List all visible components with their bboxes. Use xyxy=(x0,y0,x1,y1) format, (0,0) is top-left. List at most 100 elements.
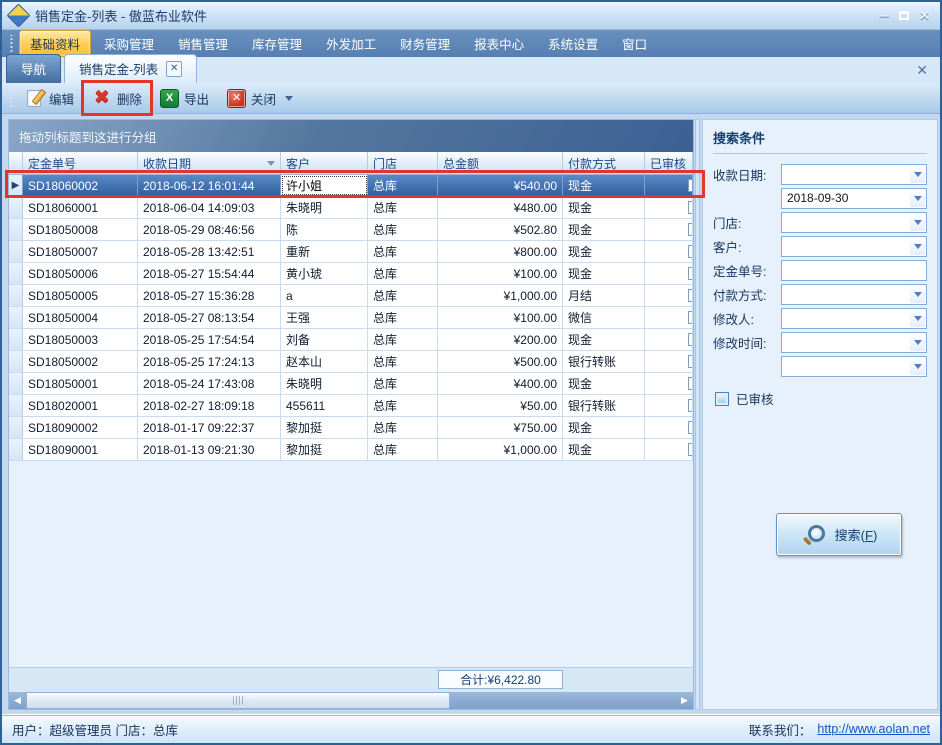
combo-arrow-zone[interactable] xyxy=(910,214,925,231)
menu-item-3[interactable]: 库存管理 xyxy=(241,30,313,57)
menu-item-7[interactable]: 系统设置 xyxy=(537,30,609,57)
menu-item-8[interactable]: 窗口 xyxy=(611,30,658,57)
approved-checkbox[interactable] xyxy=(715,392,729,406)
cell-order: SD18050007 xyxy=(23,241,138,262)
menu-item-5[interactable]: 财务管理 xyxy=(389,30,461,57)
cell-store: 总库 xyxy=(368,417,438,438)
table-row[interactable]: SD180500022018-05-25 17:24:13赵本山总库¥500.0… xyxy=(9,351,693,373)
approved-checkbox-cell-icon[interactable] xyxy=(688,179,693,192)
toolbar-grip-handle[interactable] xyxy=(9,89,14,107)
contact-label: 联系我们： xyxy=(749,720,812,739)
combo-arrow-zone[interactable] xyxy=(910,286,925,303)
search-combo-3[interactable] xyxy=(781,236,927,257)
combo-arrow-zone[interactable] xyxy=(910,166,925,183)
table-row[interactable]: SD180500032018-05-25 17:54:54刘备总库¥200.00… xyxy=(9,329,693,351)
menu-item-4[interactable]: 外发加工 xyxy=(315,30,387,57)
table-row[interactable]: SD180500052018-05-27 15:36:28a总库¥1,000.0… xyxy=(9,285,693,307)
total-amount-box: 合计:¥6,422.80 xyxy=(438,670,563,689)
combo-arrow-zone[interactable] xyxy=(910,310,925,327)
search-combo-6[interactable] xyxy=(781,308,927,329)
table-row[interactable]: SD180600012018-06-04 14:09:03朱晓明总库¥480.0… xyxy=(9,197,693,219)
tab-1[interactable]: 销售定金-列表✕ xyxy=(64,54,197,83)
table-row[interactable]: SD180500042018-05-27 08:13:54王强总库¥100.00… xyxy=(9,307,693,329)
approved-checkbox-cell-icon[interactable] xyxy=(688,245,693,258)
table-row[interactable]: SD180500062018-05-27 15:54:44黄小琥总库¥100.0… xyxy=(9,263,693,285)
combo-arrow-zone[interactable] xyxy=(910,238,925,255)
cell-payment: 现金 xyxy=(563,175,645,196)
table-row[interactable]: SD180500012018-05-24 17:43:08朱晓明总库¥400.0… xyxy=(9,373,693,395)
approved-checkbox-cell-icon[interactable] xyxy=(688,267,693,280)
panel-splitter[interactable] xyxy=(695,119,700,710)
table-row[interactable]: SD180900012018-01-13 09:21:30黎加挺总库¥1,000… xyxy=(9,439,693,461)
tab-0[interactable]: 导航 xyxy=(6,54,61,83)
group-by-panel[interactable]: 拖动列标题到这进行分组 xyxy=(9,120,693,152)
search-button[interactable]: 搜索(F) xyxy=(776,513,902,556)
combo-arrow-zone[interactable] xyxy=(910,190,925,207)
table-row[interactable]: ▶SD180600022018-06-12 16:01:44许小姐总库¥540.… xyxy=(9,175,693,197)
approved-checkbox-cell-icon[interactable] xyxy=(688,443,693,456)
column-header-4[interactable]: 门店 xyxy=(368,152,438,174)
column-header-7[interactable]: 已审核 xyxy=(645,152,693,174)
approved-checkbox-cell-icon[interactable] xyxy=(688,311,693,324)
combo-arrow-zone[interactable] xyxy=(910,358,925,375)
close-tab-bar-icon[interactable]: ✕ xyxy=(908,62,936,79)
search-combo-0[interactable] xyxy=(781,164,927,185)
approved-checkbox-cell-icon[interactable] xyxy=(688,399,693,412)
table-row[interactable]: SD180200012018-02-27 18:09:18455611总库¥50… xyxy=(9,395,693,417)
tab-close-icon[interactable]: ✕ xyxy=(166,61,182,77)
menu-item-2[interactable]: 销售管理 xyxy=(167,30,239,57)
search-text-input-4[interactable] xyxy=(781,260,927,281)
cell-date: 2018-02-27 18:09:18 xyxy=(138,395,281,416)
menu-item-1[interactable]: 采购管理 xyxy=(93,30,165,57)
approved-checkbox-cell-icon[interactable] xyxy=(688,355,693,368)
edit-pencil-icon xyxy=(26,89,44,107)
search-field-label: 修改时间: xyxy=(713,333,781,352)
approved-checkbox-cell-icon[interactable] xyxy=(688,289,693,302)
cell-order: SD18050004 xyxy=(23,307,138,328)
tab-label: 导航 xyxy=(21,63,46,77)
scrollbar-thumb[interactable] xyxy=(26,692,450,709)
horizontal-scrollbar[interactable]: ◀ ▶ xyxy=(9,692,693,709)
edit-button[interactable]: 编辑 xyxy=(17,86,83,111)
column-header-3[interactable]: 客户 xyxy=(281,152,368,174)
search-combo-8[interactable] xyxy=(781,356,927,377)
cell-approved xyxy=(645,439,693,460)
column-header-2[interactable]: 收款日期 xyxy=(138,152,281,174)
search-combo-2[interactable] xyxy=(781,212,927,233)
cell-date: 2018-05-27 08:13:54 xyxy=(138,307,281,328)
scroll-right-icon[interactable]: ▶ xyxy=(676,692,693,709)
minimize-icon[interactable]: ─ xyxy=(880,9,889,23)
dropdown-caret-icon[interactable] xyxy=(285,96,293,101)
approved-checkbox-cell-icon[interactable] xyxy=(688,223,693,236)
search-combo-7[interactable] xyxy=(781,332,927,353)
column-header-1[interactable]: 定金单号 xyxy=(23,152,138,174)
export-button[interactable]: X导出 xyxy=(151,86,218,111)
close-icon[interactable]: ✕ xyxy=(919,9,930,23)
cell-store: 总库 xyxy=(368,175,438,196)
menu-item-0[interactable]: 基础资料 xyxy=(19,30,91,57)
column-header-5[interactable]: 总金额 xyxy=(438,152,563,174)
approved-checkbox-cell-icon[interactable] xyxy=(688,421,693,434)
menu-grip-handle[interactable] xyxy=(9,35,14,51)
approved-checkbox-cell-icon[interactable] xyxy=(688,377,693,390)
cell-order: SD18050003 xyxy=(23,329,138,350)
close-button[interactable]: ✕关闭 xyxy=(218,86,302,111)
table-row[interactable]: SD180500072018-05-28 13:42:51重新总库¥800.00… xyxy=(9,241,693,263)
row-indicator-cell xyxy=(9,351,23,372)
table-row[interactable]: SD180500082018-05-29 08:46:56陈总库¥502.80现… xyxy=(9,219,693,241)
delete-button[interactable]: ✖删除 xyxy=(83,85,151,111)
search-combo-1[interactable]: 2018-09-30 xyxy=(781,188,927,209)
approved-checkbox-cell-icon[interactable] xyxy=(688,333,693,346)
website-link[interactable]: http://www.aolan.net xyxy=(817,722,930,736)
maximize-icon[interactable] xyxy=(899,11,909,20)
cell-approved xyxy=(645,417,693,438)
table-row[interactable]: SD180900022018-01-17 09:22:37黎加挺总库¥750.0… xyxy=(9,417,693,439)
cell-order: SD18050008 xyxy=(23,219,138,240)
menu-item-6[interactable]: 报表中心 xyxy=(463,30,535,57)
column-header-6[interactable]: 付款方式 xyxy=(563,152,645,174)
cell-approved xyxy=(645,329,693,350)
approved-checkbox-cell-icon[interactable] xyxy=(688,201,693,214)
combo-arrow-zone[interactable] xyxy=(910,334,925,351)
search-combo-5[interactable] xyxy=(781,284,927,305)
scroll-left-icon[interactable]: ◀ xyxy=(9,692,26,709)
